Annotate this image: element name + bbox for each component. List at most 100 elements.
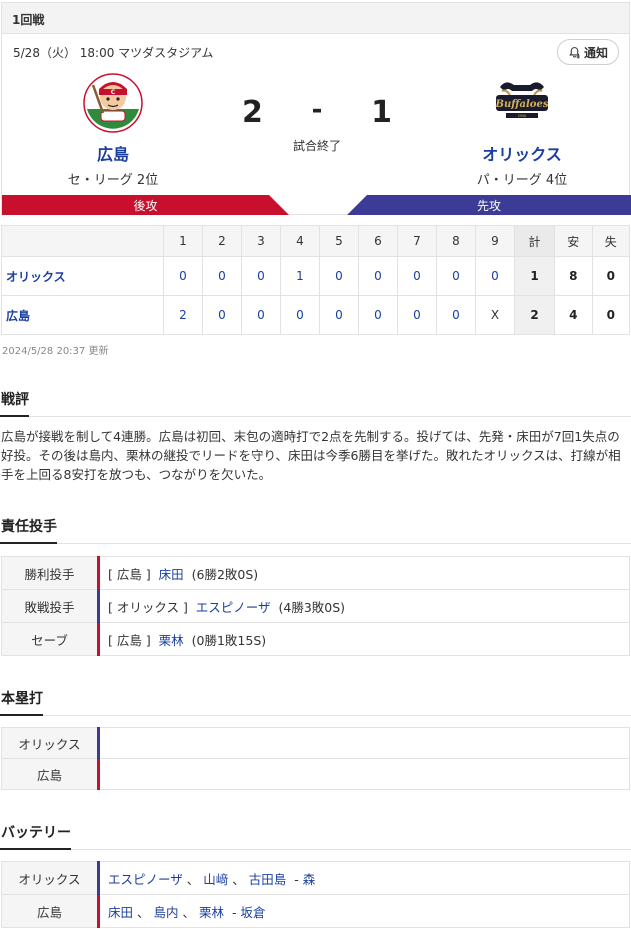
home-bat-order-label: 後攻	[133, 198, 158, 213]
table-row: セーブ [ 広島 ] 栗林 (0勝1敗15S)	[1, 622, 630, 656]
inning-score[interactable]: 0	[358, 295, 398, 335]
player-link[interactable]: 島内	[154, 905, 179, 920]
pitcher-team: [ オリックス ]	[108, 599, 188, 615]
table-row: 広島	[1, 758, 630, 790]
pitcher-cell: [ 広島 ] 床田 (6勝2敗0S)	[97, 556, 630, 590]
total-header: 計	[514, 225, 555, 257]
pitcher-link[interactable]: エスピノーザ	[196, 600, 271, 615]
updated-timestamp: 2024/5/28 20:37 更新	[2, 346, 109, 357]
inning-score[interactable]: 0	[163, 256, 203, 296]
separator: 、	[186, 871, 200, 887]
total-runs: 1	[514, 256, 555, 296]
player-link[interactable]: エスピノーザ	[108, 872, 183, 887]
inning-score[interactable]: 0	[241, 256, 281, 296]
table-row: オリックス 0 0 0 1 0 0 0 0 0 1 8 0	[1, 256, 630, 296]
homeruns-title: 本塁打	[0, 688, 43, 716]
player-link[interactable]: 古田島	[249, 872, 287, 887]
round-label: 1回戦	[2, 3, 629, 34]
team-column-header	[1, 225, 164, 257]
away-team-name: オリックス	[482, 145, 562, 164]
home-score: 2	[242, 95, 263, 130]
inning-score[interactable]: 0	[397, 256, 437, 296]
inning-score[interactable]: 0	[475, 256, 515, 296]
inning-header: 4	[280, 225, 320, 257]
review-section-title: 戦評	[0, 389, 631, 417]
battery-cell: 床田 、 島内 、 栗林 - 坂倉	[97, 894, 630, 928]
svg-text:ORIX: ORIX	[518, 114, 527, 118]
catcher-separator: -	[294, 871, 299, 887]
pitcher-link[interactable]: 床田	[159, 567, 184, 582]
battery-section-title: バッテリー	[0, 822, 631, 850]
pitcher-link[interactable]: 栗林	[159, 633, 184, 648]
hits: 8	[554, 256, 593, 296]
pitcher-record: (6勝2敗0S)	[191, 566, 259, 582]
homeruns-table: オリックス 広島	[1, 727, 630, 790]
table-row: オリックス エスピノーザ 、 山﨑 、 古田島 - 森	[1, 861, 630, 895]
review-title: 戦評	[0, 389, 29, 417]
line-score-table: 1 2 3 4 5 6 7 8 9 計 安 失 オリックス 0 0 0 1 0 …	[1, 225, 630, 335]
inning-header: 1	[163, 225, 203, 257]
home-team[interactable]: C 広島 セ・リーグ 2位	[33, 73, 193, 188]
inning-header: 6	[358, 225, 398, 257]
inning-score[interactable]: 0	[202, 295, 242, 335]
scoreboard-card: 1回戦 5/28（火） 18:00 マツダスタジアム 通知 C 広島 セ・リーグ…	[1, 2, 631, 215]
hits-header: 安	[554, 225, 593, 257]
inning-score[interactable]: 0	[280, 295, 320, 335]
inning-score[interactable]: 0	[241, 295, 281, 335]
game-status: 試合終了	[292, 139, 341, 153]
errors: 0	[591, 295, 630, 335]
pitcher-role-label: 勝利投手	[1, 556, 99, 590]
pitchers-section-title: 責任投手	[0, 516, 631, 544]
home-team-name: 広島	[96, 145, 129, 164]
inning-score[interactable]: 0	[202, 256, 242, 296]
review-text: 広島が接戦を制して4連勝。広島は初回、末包の適時打で2点を先制する。投げては、先…	[1, 429, 621, 482]
inning-score[interactable]: 0	[319, 256, 359, 296]
player-link[interactable]: 山﨑	[203, 872, 228, 887]
inning-score[interactable]: 0	[397, 295, 437, 335]
errors-header: 失	[591, 225, 630, 257]
inning-header: 2	[202, 225, 242, 257]
pitcher-role-label: 敗戦投手	[1, 589, 99, 623]
inning-header: 3	[241, 225, 281, 257]
pitcher-cell: [ オリックス ] エスピノーザ (4勝3敗0S)	[97, 589, 630, 623]
inning-score[interactable]: 2	[163, 295, 203, 335]
notify-button[interactable]: 通知	[556, 39, 619, 65]
pitcher-cell: [ 広島 ] 栗林 (0勝1敗15S)	[97, 622, 630, 656]
inning-header: 9	[475, 225, 515, 257]
inning-header: 7	[397, 225, 437, 257]
inning-score[interactable]: 0	[358, 256, 398, 296]
separator: 、	[232, 871, 245, 887]
away-score: 1	[371, 95, 392, 130]
score: 2 - 1	[242, 95, 392, 130]
away-team-rank: パ・リーグ 4位	[476, 173, 568, 188]
separator: 、	[182, 904, 196, 920]
battery-team-label: オリックス	[1, 861, 99, 895]
inning-header: 8	[436, 225, 476, 257]
player-link[interactable]: 坂倉	[240, 905, 265, 920]
notify-label: 通知	[583, 45, 608, 60]
team-link[interactable]: オリックス	[1, 256, 164, 296]
svg-text:C: C	[111, 89, 116, 96]
homerun-team-label: 広島	[1, 758, 99, 790]
homeruns-section-title: 本塁打	[0, 688, 631, 716]
pitchers-title: 責任投手	[0, 516, 57, 544]
homerun-team-label: オリックス	[1, 727, 99, 759]
inning-score[interactable]: 0	[436, 256, 476, 296]
battery-team-label: 広島	[1, 894, 99, 928]
hits: 4	[554, 295, 593, 335]
inning-score[interactable]: 0	[319, 295, 359, 335]
battery-table: オリックス エスピノーザ 、 山﨑 、 古田島 - 森 広島 床田 、 島内 、…	[1, 861, 630, 928]
inning-score[interactable]: 0	[436, 295, 476, 335]
player-link[interactable]: 森	[303, 872, 316, 887]
team-link[interactable]: 広島	[1, 295, 164, 335]
pitcher-record: (0勝1敗15S)	[191, 632, 267, 648]
table-row: 広島 2 0 0 0 0 0 0 0 X 2 4 0	[1, 295, 630, 335]
line-score-header: 1 2 3 4 5 6 7 8 9 計 安 失	[1, 225, 630, 257]
player-link[interactable]: 栗林	[199, 905, 224, 920]
away-team[interactable]: Buffaloes ORIX オリックス パ・リーグ 4位	[442, 73, 602, 188]
table-row: オリックス	[1, 727, 630, 759]
battery-title: バッテリー	[0, 822, 71, 850]
player-link[interactable]: 床田	[108, 905, 133, 920]
home-bat-order-bar: 後攻	[2, 195, 289, 215]
inning-score[interactable]: 1	[280, 256, 320, 296]
